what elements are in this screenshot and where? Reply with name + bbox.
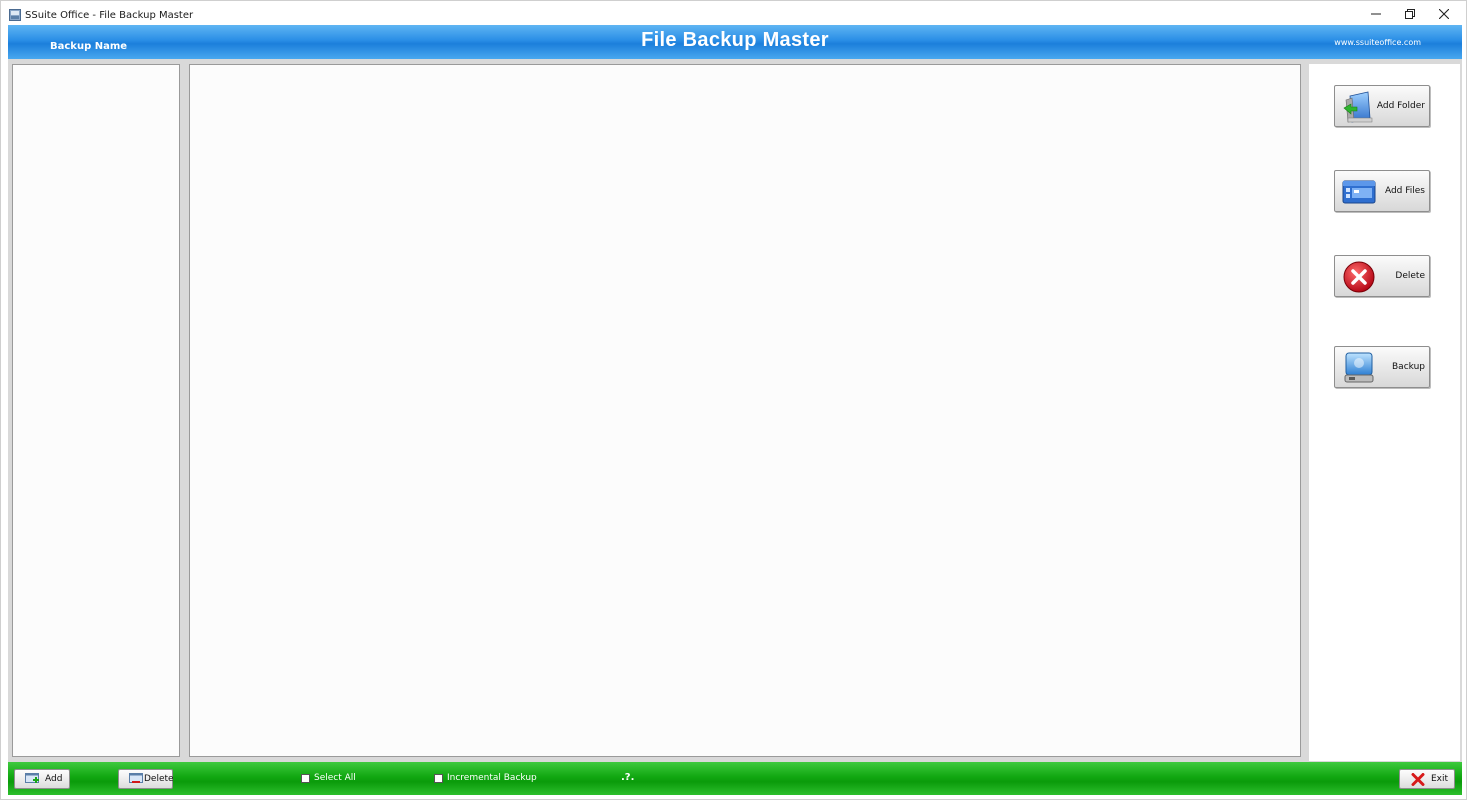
exit-label: Exit: [1431, 774, 1449, 784]
drive-backup-icon: [1344, 352, 1374, 383]
select-all-checkbox[interactable]: Select All: [301, 773, 356, 783]
minimize-button[interactable]: [1358, 3, 1394, 25]
delete-backup-button[interactable]: Delete: [118, 769, 174, 789]
backup-name-list[interactable]: [12, 64, 180, 757]
exit-button[interactable]: Exit: [1399, 769, 1455, 789]
close-icon: [1439, 9, 1449, 19]
help-link[interactable]: .?.: [621, 772, 634, 783]
website-link[interactable]: www.ssuiteoffice.com: [1334, 38, 1421, 47]
restore-button[interactable]: [1392, 3, 1428, 25]
select-all-box[interactable]: [301, 773, 310, 783]
add-icon: [25, 773, 39, 783]
backup-label: Backup: [1392, 362, 1425, 372]
app-title: File Backup Master: [641, 29, 829, 51]
app-icon: [9, 9, 21, 21]
header-banner: Backup Name File Backup Master www.ssuit…: [8, 25, 1462, 59]
add-folder-label: Add Folder: [1376, 101, 1425, 111]
add-folder-button[interactable]: Add Folder: [1334, 85, 1430, 127]
incremental-backup-box[interactable]: [434, 773, 443, 783]
remove-icon: [129, 773, 143, 783]
add-label: Add: [45, 774, 63, 784]
app-window: SSuite Office - File Backup Master Backu…: [0, 0, 1467, 800]
delete-footer-label: Delete: [144, 774, 174, 784]
file-list[interactable]: [189, 64, 1301, 757]
footer-bar: Add Delete Select All Incremental Backup…: [8, 762, 1462, 795]
window-title: SSuite Office - File Backup Master: [25, 10, 194, 21]
title-bar: SSuite Office - File Backup Master: [1, 1, 1466, 28]
delete-button[interactable]: Delete: [1334, 255, 1430, 297]
add-files-label: Add Files: [1384, 186, 1425, 196]
backup-button[interactable]: Backup: [1334, 346, 1430, 388]
main-area: Add Folder Add Files Delete Backup: [8, 59, 1462, 762]
close-button[interactable]: [1426, 3, 1462, 25]
incremental-backup-label: Incremental Backup: [447, 773, 537, 783]
exit-icon: [1411, 773, 1425, 786]
incremental-backup-checkbox[interactable]: Incremental Backup: [434, 773, 537, 783]
action-panel: Add Folder Add Files Delete Backup: [1309, 64, 1460, 761]
folder-add-icon: [1343, 91, 1373, 123]
add-backup-button[interactable]: Add: [14, 769, 70, 789]
delete-icon: [1343, 261, 1375, 293]
minimize-icon: [1371, 13, 1381, 15]
delete-label: Delete: [1395, 271, 1425, 281]
select-all-label: Select All: [314, 773, 356, 783]
add-files-button[interactable]: Add Files: [1334, 170, 1430, 212]
files-add-icon: [1342, 180, 1376, 204]
restore-icon: [1405, 9, 1415, 19]
